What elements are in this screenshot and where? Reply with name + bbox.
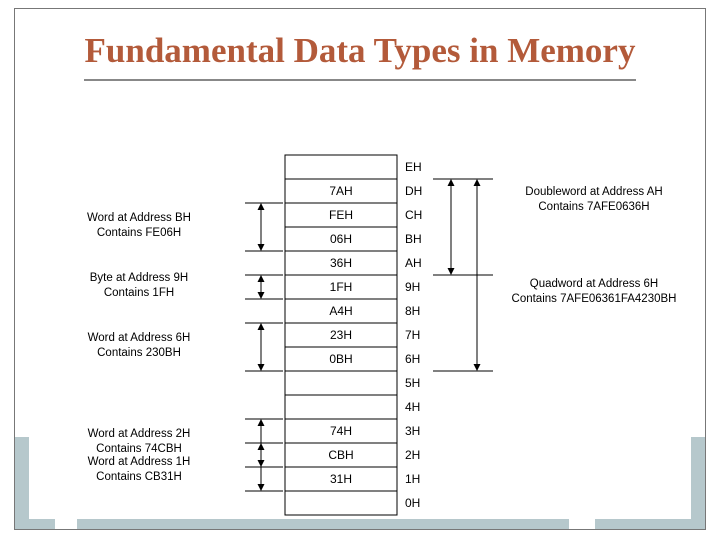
cell-address: 5H (405, 376, 420, 390)
memory-cells: EH 7AH DH FEH CH 06H BH 36H AH 1FH 9H A4H 8H 23H 7H 0BH… (285, 155, 422, 515)
cell-address: 3H (405, 424, 420, 438)
memory-cell (285, 371, 397, 395)
diagram-stage: EH 7AH DH FEH CH 06H BH 36H AH 1FH 9H A4H 8H 23H 7H 0BH… (29, 147, 691, 519)
slide-title: Fundamental Data Types in Memory (15, 31, 705, 81)
label-line: Word at Address 6H (88, 332, 191, 344)
memory-cell (285, 491, 397, 515)
cell-value: 74H (330, 424, 352, 438)
cell-value: FEH (329, 208, 353, 222)
label-line: Contains 7AFE0636H (538, 201, 649, 213)
cell-address: 4H (405, 400, 420, 414)
title-text: Fundamental Data Types in Memory (85, 31, 636, 70)
cell-value: 06H (330, 232, 352, 246)
label-line: Doubleword at Address AH (525, 186, 662, 198)
cell-address: 9H (405, 280, 420, 294)
label-line: Contains 74CBH (96, 443, 182, 455)
cell-address: 8H (405, 304, 420, 318)
left-labels: Word at Address BH Contains FE06H Byte at … (87, 203, 283, 491)
label-line: Byte at Address 9H (90, 272, 188, 284)
cell-value: 23H (330, 328, 352, 342)
cell-address: 2H (405, 448, 420, 462)
memory-cell (285, 155, 397, 179)
label-line: Contains CB31H (96, 471, 182, 483)
cell-value: A4H (329, 304, 352, 318)
cell-address: AH (405, 256, 422, 270)
cell-address: EH (405, 160, 422, 174)
label-line: Contains 7AFE06361FA4230BH (512, 293, 677, 305)
cell-value: 7AH (329, 184, 352, 198)
cell-address: 7H (405, 328, 420, 342)
right-labels: Doubleword at Address AH Contains 7AFE063… (433, 179, 676, 371)
label-line: Word at Address BH (87, 212, 191, 224)
label-line: Contains 230BH (97, 347, 181, 359)
slide-frame: Fundamental Data Types in Memory EH 7AH DH… (14, 8, 706, 530)
label-line: Word at Address 1H (88, 456, 191, 468)
cell-value: 1FH (330, 280, 353, 294)
cell-address: CH (405, 208, 422, 222)
cell-address: 1H (405, 472, 420, 486)
memory-cell (285, 395, 397, 419)
cell-address: 6H (405, 352, 420, 366)
cell-address: DH (405, 184, 422, 198)
label-line: Quadword at Address 6H (530, 278, 659, 290)
cell-address: BH (405, 232, 422, 246)
label-line: Contains 1FH (104, 287, 174, 299)
cell-address: 0H (405, 496, 420, 510)
memory-diagram: EH 7AH DH FEH CH 06H BH 36H AH 1FH 9H A4H 8H 23H 7H 0BH… (29, 147, 720, 537)
label-line: Word at Address 2H (88, 428, 191, 440)
cell-value: 0BH (329, 352, 352, 366)
cell-value: CBH (328, 448, 353, 462)
cell-value: 31H (330, 472, 352, 486)
title-underline (84, 79, 636, 81)
cell-value: 36H (330, 256, 352, 270)
label-line: Contains FE06H (97, 227, 181, 239)
